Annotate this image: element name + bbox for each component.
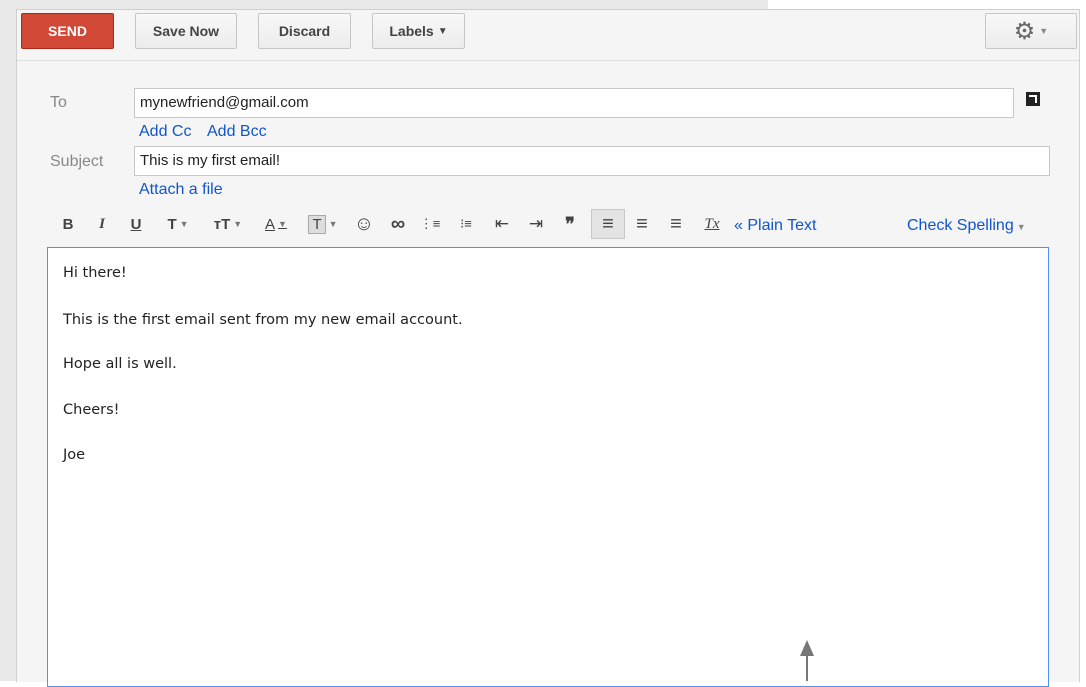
indent-less-button[interactable]: ⇤ bbox=[489, 209, 515, 239]
discard-label: Discard bbox=[278, 23, 331, 39]
align-right-icon: ≡ bbox=[670, 212, 682, 235]
highlight-icon: T bbox=[308, 214, 326, 234]
numbered-list-button[interactable]: ⋮≡ bbox=[417, 209, 443, 239]
body-line: Cheers! bbox=[63, 402, 120, 418]
chevron-down-icon: ▼ bbox=[278, 219, 287, 229]
bullet-list-icon: ⁝≡ bbox=[460, 216, 472, 231]
font-button[interactable]: T ▼ bbox=[161, 209, 195, 239]
italic-icon: I bbox=[99, 215, 105, 232]
body-line: Joe bbox=[63, 447, 86, 463]
font-icon: T bbox=[167, 215, 177, 233]
send-button[interactable]: SEND bbox=[21, 13, 114, 49]
discard-button[interactable]: Discard bbox=[258, 13, 351, 49]
bold-button[interactable]: B bbox=[57, 209, 79, 239]
align-left-button[interactable]: ≡ bbox=[591, 209, 625, 239]
labels-button[interactable]: Labels ▼ bbox=[372, 13, 465, 49]
check-spelling-label: Check Spelling bbox=[907, 217, 1014, 234]
indent-less-icon: ⇤ bbox=[494, 214, 510, 233]
align-right-button[interactable]: ≡ bbox=[663, 209, 689, 239]
add-bcc-link[interactable]: Add Bcc bbox=[207, 123, 267, 141]
quote-icon: ❞ bbox=[565, 213, 575, 234]
subject-label: Subject bbox=[50, 153, 104, 170]
left-background bbox=[0, 0, 17, 681]
to-field[interactable]: mynewfriend@gmail.com bbox=[134, 88, 1014, 118]
top-background bbox=[16, 0, 768, 9]
emoji-button[interactable]: ☺ bbox=[351, 209, 377, 239]
labels-label: Labels bbox=[389, 23, 434, 39]
subject-field[interactable]: This is my first email! bbox=[134, 146, 1050, 176]
align-center-icon: ≡ bbox=[636, 212, 648, 235]
send-button-label: SEND bbox=[48, 23, 87, 39]
quote-button[interactable]: ❞ bbox=[557, 209, 583, 239]
link-icon: ∞ bbox=[390, 212, 406, 235]
link-button[interactable]: ∞ bbox=[385, 209, 411, 239]
text-color-button[interactable]: A ▼ bbox=[257, 209, 295, 239]
settings-button[interactable]: ⚙ ▼ bbox=[985, 13, 1077, 49]
gear-icon: ⚙ bbox=[1013, 17, 1036, 45]
underline-icon: U bbox=[130, 215, 142, 233]
font-size-icon: тT bbox=[213, 215, 231, 233]
underline-button[interactable]: U bbox=[125, 209, 147, 239]
highlight-button[interactable]: T ▼ bbox=[303, 209, 343, 239]
body-line: Hope all is well. bbox=[63, 356, 177, 372]
arrow-up-icon bbox=[800, 640, 814, 656]
check-spelling-link[interactable]: Check Spelling ▼ bbox=[907, 217, 1026, 235]
chevron-down-icon: ▼ bbox=[233, 219, 243, 229]
align-center-button[interactable]: ≡ bbox=[629, 209, 655, 239]
plain-text-link[interactable]: « Plain Text bbox=[734, 217, 816, 235]
remove-formatting-button[interactable]: Tx bbox=[699, 209, 725, 239]
indent-more-icon: ⇥ bbox=[528, 214, 544, 233]
compose-toolbar: SEND Save Now Discard Labels ▼ ⚙ ▼ bbox=[17, 10, 1079, 61]
italic-button[interactable]: I bbox=[91, 209, 113, 239]
numbered-list-icon: ⋮≡ bbox=[419, 216, 441, 231]
save-now-button[interactable]: Save Now bbox=[135, 13, 237, 49]
font-size-button[interactable]: тT ▼ bbox=[207, 209, 249, 239]
save-now-label: Save Now bbox=[152, 23, 220, 39]
popout-icon[interactable] bbox=[1026, 92, 1040, 106]
body-line: Hi there! bbox=[63, 265, 127, 281]
bullet-list-button[interactable]: ⁝≡ bbox=[453, 209, 479, 239]
emoji-icon: ☺ bbox=[353, 212, 375, 235]
text-color-icon: A bbox=[265, 215, 276, 233]
add-cc-link[interactable]: Add Cc bbox=[139, 123, 191, 141]
align-left-icon: ≡ bbox=[602, 212, 614, 235]
body-line: This is the first email sent from my new… bbox=[63, 312, 463, 328]
attach-file-link[interactable]: Attach a file bbox=[139, 181, 223, 199]
chevron-down-icon: ▼ bbox=[1039, 26, 1049, 36]
chevron-down-icon: ▼ bbox=[437, 25, 448, 37]
message-body-editor[interactable]: Hi there! This is the first email sent f… bbox=[47, 247, 1049, 687]
indent-more-button[interactable]: ⇥ bbox=[523, 209, 549, 239]
remove-formatting-icon: Tx bbox=[704, 215, 720, 232]
chevron-down-icon: ▼ bbox=[179, 219, 189, 229]
compose-panel: SEND Save Now Discard Labels ▼ ⚙ ▼ To my… bbox=[16, 9, 1080, 687]
to-label: To bbox=[50, 94, 67, 111]
chevron-down-icon: ▼ bbox=[1016, 222, 1026, 232]
chevron-down-icon: ▼ bbox=[328, 219, 338, 229]
arrow-shaft bbox=[806, 655, 808, 681]
bold-icon: B bbox=[62, 215, 74, 233]
